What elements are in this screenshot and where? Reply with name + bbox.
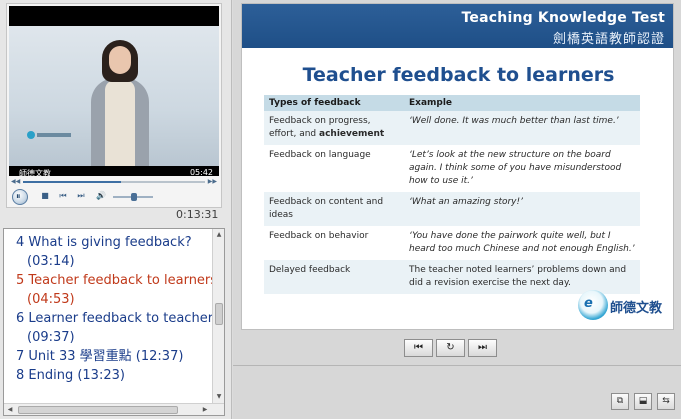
seek-progress-fill [23, 181, 122, 183]
video-display[interactable]: 師德文教 05:42 [9, 6, 219, 176]
replay-button[interactable]: ↻ [436, 339, 465, 357]
pause-button[interactable]: ⏸ [12, 189, 28, 205]
window-mode-button[interactable]: ⧉ [611, 393, 629, 410]
table-row: Feedback on behavior ‘You have done the … [264, 226, 640, 260]
chapter-time: (03:14) [27, 254, 75, 269]
feedback-type: Delayed feedback [264, 260, 404, 294]
chapter-time: (04:53) [27, 292, 75, 307]
header-title: Teaching Knowledge Test [461, 10, 665, 26]
logo-emblem-icon: e [578, 290, 608, 320]
vertical-scroll-thumb[interactable] [215, 303, 223, 325]
chapter-label: 7 Unit 33 學習重點 (12:37) [16, 349, 184, 364]
elapsed-time: 0:13:31 [176, 208, 219, 221]
layout-toggle-button[interactable]: ⬓ [634, 393, 652, 410]
next-slide-button[interactable]: ⏭ [468, 339, 497, 357]
presenter-vest [105, 80, 135, 166]
feedback-example: ‘Let’s look at the new structure on the … [409, 150, 622, 186]
seek-bar[interactable]: ◀◀ ▶▶ [9, 177, 219, 187]
video-caption: 師德文教 [19, 169, 51, 176]
chapter-item[interactable]: 7 Unit 33 學習重點 (12:37) [4, 347, 212, 366]
chapter-item[interactable]: 8 Ending (13:23) [4, 366, 212, 385]
slide-navigation: ⏮ ↻ ⏭ [404, 339, 498, 357]
slide-title: Teacher feedback to learners [302, 64, 615, 86]
first-slide-button[interactable]: ⏮ [404, 339, 433, 357]
feedback-example: ‘Well done. It was much better than last… [404, 111, 640, 145]
video-frame-image [9, 26, 219, 166]
chapter-label: 5 Teacher feedback to learners [16, 273, 212, 288]
seek-forward-icon[interactable]: ▶▶ [208, 177, 217, 187]
brand-logo: e 師德文教 [578, 288, 670, 324]
chapter-label: 6 Learner feedback to teachers [16, 311, 212, 326]
pause-icon: ⏸ [16, 192, 21, 202]
previous-icon: ⏮ [59, 191, 67, 200]
slide: Teaching Knowledge Test 劍橋英語教師認證 Teacher… [241, 3, 674, 330]
player-window: 師德文教 05:42 ◀◀ ▶▶ ⏸ ■ ⏮ ⏭ 🔊 0:13:31 4 Wha… [0, 0, 681, 419]
skip-back-icon: ⏮ [414, 342, 423, 353]
table-row: Feedback on language ‘Let’s look at the … [264, 145, 640, 192]
column-header-type: Types of feedback [264, 95, 404, 111]
feedback-table: Types of feedback Example Feedback on pr… [264, 95, 640, 294]
scroll-down-icon[interactable]: ▼ [214, 392, 224, 402]
chapter-item[interactable]: 4 What is giving feedback? (03:14) [4, 233, 212, 271]
chapter-time: (09:37) [27, 330, 75, 345]
chapter-item[interactable]: 5 Teacher feedback to learners (04:53) [4, 271, 212, 309]
feedback-example: ‘You have done the pairwork quite well, … [409, 231, 635, 254]
volume-button[interactable]: 🔊 [95, 190, 107, 202]
column-header-example: Example [404, 95, 640, 111]
feedback-type: Feedback on content and ideas [264, 192, 404, 226]
swap-view-button[interactable]: ⇆ [657, 393, 675, 410]
horizontal-scrollbar[interactable]: ◀ ▶ [4, 403, 224, 415]
table-row: Feedback on progress, effort, and achiev… [264, 111, 640, 145]
left-panel: 師德文教 05:42 ◀◀ ▶▶ ⏸ ■ ⏮ ⏭ 🔊 0:13:31 4 Wha… [0, 0, 232, 419]
vertical-scrollbar[interactable]: ▲ ▼ [212, 229, 224, 403]
playback-controls: ⏸ ■ ⏮ ⏭ 🔊 [9, 188, 219, 205]
slide-panel: Teaching Knowledge Test 劍橋英語教師認證 Teacher… [233, 0, 681, 419]
speaker-icon: 🔊 [96, 191, 106, 200]
divider [233, 365, 681, 366]
feedback-type: Feedback on progress, effort, and achiev… [264, 111, 404, 145]
feedback-example: ‘What an amazing story!’ [404, 192, 640, 226]
chapter-label: 8 Ending (13:23) [16, 368, 125, 383]
header-subtitle: 劍橋英語教師認證 [552, 32, 665, 47]
table-row: Feedback on content and ideas ‘What an a… [264, 192, 640, 226]
next-icon: ⏭ [77, 191, 85, 200]
scroll-left-icon[interactable]: ◀ [5, 405, 15, 415]
slide-header: Teaching Knowledge Test 劍橋英語教師認證 [242, 4, 673, 48]
table-header-row: Types of feedback Example [264, 95, 640, 111]
volume-slider-handle[interactable] [131, 193, 137, 201]
next-button[interactable]: ⏭ [75, 190, 87, 202]
window-icon: ⧉ [616, 396, 624, 406]
scroll-up-icon[interactable]: ▲ [214, 230, 224, 240]
video-duration: 05:42 [189, 168, 213, 176]
feedback-type: Feedback on language [269, 150, 371, 160]
chapter-label: 4 What is giving feedback? [16, 235, 192, 250]
video-player: 師德文教 05:42 ◀◀ ▶▶ ⏸ ■ ⏮ ⏭ 🔊 [6, 3, 222, 208]
feedback-type: Feedback on behavior [269, 231, 369, 241]
scroll-right-icon[interactable]: ▶ [200, 405, 210, 415]
chapter-list-panel: 4 What is giving feedback? (03:14) 5 Teach… [3, 228, 225, 416]
logo-text: 師德文教 [610, 301, 663, 316]
stop-icon: ■ [41, 191, 49, 200]
chapter-item[interactable]: 6 Learner feedback to teachers (09:37) [4, 309, 212, 347]
presenter-face [109, 46, 131, 74]
previous-button[interactable]: ⏮ [57, 190, 69, 202]
video-watermark-logo [27, 130, 71, 140]
chapter-list: 4 What is giving feedback? (03:14) 5 Teach… [4, 229, 212, 403]
replay-icon: ↻ [446, 342, 455, 353]
layout-icon: ⬓ [638, 396, 648, 406]
seek-track[interactable] [23, 181, 205, 183]
seek-back-icon[interactable]: ◀◀ [11, 177, 20, 187]
swap-icon: ⇆ [662, 396, 670, 406]
stop-button[interactable]: ■ [39, 190, 51, 202]
horizontal-scroll-thumb[interactable] [18, 406, 178, 414]
skip-forward-icon: ⏭ [478, 342, 487, 353]
